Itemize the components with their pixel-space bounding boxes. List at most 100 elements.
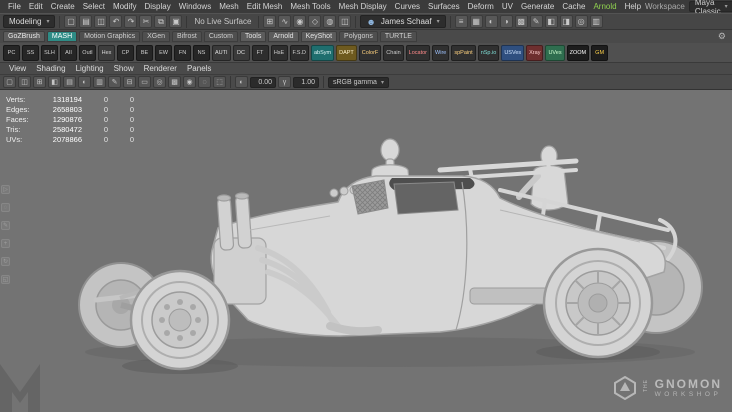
panel-menu-item[interactable]: View [4,64,31,73]
shelf-tab[interactable]: Tools [239,31,267,42]
toolbox-icon[interactable]: ✎ [1,221,10,230]
menu-item[interactable]: File [4,2,25,11]
shelf-button[interactable]: nSp.io [477,44,500,61]
panel-menu-item[interactable]: Renderer [139,64,182,73]
menu-item[interactable]: Display [141,2,175,11]
panel-menu-item[interactable]: Panels [182,64,216,73]
shelf-button[interactable]: SLH [41,44,58,61]
shelf-button[interactable]: AUTI [212,44,231,61]
viewport-icon[interactable]: ▥ [93,76,106,88]
toolbox-icon[interactable]: ◌ [1,203,10,212]
snap-icon[interactable]: ◍ [323,15,337,28]
gamma-field[interactable]: 1.00 [293,76,319,88]
shelf-button[interactable]: UVes [545,44,565,61]
shelf-button[interactable]: PC [3,44,20,61]
menu-item[interactable]: Arnold [589,2,620,11]
shelf-button[interactable]: BE [136,44,153,61]
shelf-button[interactable]: Hex [98,44,115,61]
shelf-tab[interactable]: Motion Graphics [79,31,141,42]
shelf-button[interactable]: Locator [405,44,431,61]
viewport-icon[interactable]: ▢ [3,76,16,88]
toolbar-icon[interactable]: ⧉ [154,15,168,28]
toolbar-icon[interactable]: ↶ [109,15,123,28]
exposure-field[interactable]: 0.00 [250,76,276,88]
shelf-tab[interactable]: Polygons [339,31,378,42]
menu-item[interactable]: Generate [517,2,558,11]
toolbox-icon[interactable]: ◱ [1,275,10,284]
panel-menu-item[interactable]: Lighting [71,64,109,73]
gamma-icon[interactable]: γ [278,76,291,88]
shelf-button[interactable]: spPaint [451,44,476,61]
menu-item[interactable]: Surfaces [424,2,464,11]
toolbar-icon[interactable]: ◎ [574,15,588,28]
viewport-icon[interactable]: ▭ [138,76,151,88]
shelf-button[interactable]: F.S.D [289,44,309,61]
menu-item[interactable]: Curves [391,2,424,11]
menu-item[interactable]: Edit [25,2,47,11]
toolbox-icon[interactable]: ↻ [1,257,10,266]
viewport-icon[interactable]: ◉ [183,76,196,88]
snap-icon[interactable]: ◇ [308,15,322,28]
panel-menu-item[interactable]: Show [109,64,139,73]
snap-icon[interactable]: ∿ [278,15,292,28]
shelf-button[interactable]: HsE [270,44,288,61]
viewport-icon[interactable]: ⊞ [33,76,46,88]
shelf-button[interactable]: USVes [501,44,525,61]
shelf-button[interactable]: GM [591,44,609,61]
shelf-tab[interactable]: Arnold [268,31,299,42]
menu-item[interactable]: UV [498,2,517,11]
toolbar-icon[interactable]: ◑ [499,15,513,28]
menu-item[interactable]: Select [79,2,109,11]
menu-item[interactable]: Mesh Tools [286,2,334,11]
toolbar-icon[interactable]: ≡ [454,15,468,28]
toolbox-icon[interactable]: ▷ [1,185,10,194]
viewport-icon[interactable]: ◎ [153,76,166,88]
shelf-button[interactable]: FN [174,44,191,61]
shelf-button[interactable]: NS [193,44,210,61]
viewport[interactable]: Verts: 1318194 0 0 Edges: 2658803 0 0 Fa… [0,90,732,412]
shelf-tab[interactable]: KeyShot [300,31,338,42]
menu-item[interactable]: Mesh Display [335,2,391,11]
shelf-button[interactable]: OutI [79,44,96,61]
viewport-icon[interactable]: ⬚ [213,76,226,88]
exposure-icon[interactable]: ◐ [235,76,248,88]
viewport-icon[interactable]: ◧ [48,76,61,88]
menu-item[interactable]: Cache [558,2,589,11]
shelf-button[interactable]: ZOOM [566,44,590,61]
toolbar-icon[interactable]: ◧ [544,15,558,28]
toolbar-icon[interactable]: ◐ [484,15,498,28]
shelf-tab[interactable]: Bifrost [172,31,202,42]
shelf-button[interactable]: FT [251,44,269,61]
shelf-button[interactable]: DC [232,44,250,61]
panel-menu-item[interactable]: Shading [31,64,70,73]
toolbar-icon[interactable]: ◨ [559,15,573,28]
menu-set-selector[interactable]: Modeling ▾ [3,15,56,28]
snap-icon[interactable]: ◫ [338,15,352,28]
menu-item[interactable]: Windows [175,2,215,11]
snap-icon[interactable]: ◉ [293,15,307,28]
menu-item[interactable]: Deform [464,2,498,11]
toolbar-icon[interactable]: ▣ [169,15,183,28]
shelf-button[interactable]: Wire [432,44,450,61]
shelf-tab[interactable]: MASH [46,31,78,42]
viewport-icon[interactable]: ▩ [168,76,181,88]
toolbar-icon[interactable]: ↷ [124,15,138,28]
user-account-selector[interactable]: ☻ James Schaaf ▾ [360,15,446,28]
shelf-button[interactable]: abSym [310,44,335,61]
shelf-button[interactable]: CP [117,44,134,61]
shelf-button[interactable]: Chain [383,44,404,61]
shelf-tab[interactable]: Custom [203,31,238,42]
shelf-tab[interactable]: TURTLE [379,31,417,42]
shelf-tab[interactable]: XGen [142,31,171,42]
toolbar-icon[interactable]: ▢ [64,15,78,28]
shelf-tab[interactable]: GoZBrush [3,31,45,42]
toolbar-icon[interactable]: ▤ [79,15,93,28]
shelf-button[interactable]: AII [60,44,77,61]
toolbar-icon[interactable]: ▩ [514,15,528,28]
shelf-button[interactable]: EW [155,44,172,61]
menu-item[interactable]: Edit Mesh [243,2,287,11]
toolbar-icon[interactable]: ✎ [529,15,543,28]
toolbar-icon[interactable]: ▦ [469,15,483,28]
menu-item[interactable]: Modify [109,2,141,11]
menu-item[interactable]: Help [621,2,645,11]
